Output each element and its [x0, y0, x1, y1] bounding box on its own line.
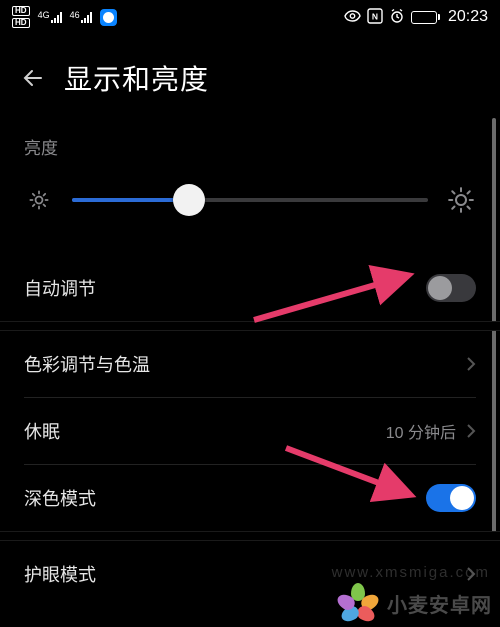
nfc-icon: N: [367, 8, 383, 27]
hd-badge-2: HD: [12, 18, 30, 28]
page-title: 显示和亮度: [64, 58, 209, 98]
row-color-temp[interactable]: 色彩调节与色温: [24, 331, 476, 397]
sleep-label: 休眠: [24, 418, 60, 444]
header: 显示和亮度: [0, 34, 500, 134]
row-sleep[interactable]: 休眠 10 分钟后: [24, 398, 476, 464]
brightness-thumb[interactable]: [173, 184, 205, 216]
app-icon: [100, 9, 117, 26]
watermark: 小麦安卓网: [333, 583, 492, 623]
chevron-right-icon: [466, 423, 476, 439]
row-auto-brightness[interactable]: 自动调节: [24, 255, 476, 321]
status-right: N 20:23: [344, 8, 488, 27]
signal-2: 46: [70, 11, 92, 23]
brightness-high-icon: [446, 185, 476, 215]
watermark-logo-icon: [333, 583, 381, 623]
status-time: 20:23: [448, 8, 488, 26]
watermark-text: 小麦安卓网: [387, 589, 492, 618]
sleep-value: 10 分钟后: [386, 419, 456, 443]
back-button[interactable]: [20, 65, 46, 91]
alarm-icon: [389, 8, 405, 27]
color-temp-label: 色彩调节与色温: [24, 351, 150, 377]
eye-status-icon: [344, 10, 361, 25]
auto-brightness-label: 自动调节: [24, 275, 96, 301]
status-left: HD HD 4G 46: [12, 6, 117, 28]
eye-comfort-label: 护眼模式: [24, 561, 96, 587]
battery-icon: [411, 11, 440, 24]
watermark-url: www.xmsmiga.com: [332, 564, 490, 581]
dark-mode-toggle[interactable]: [426, 484, 476, 512]
chevron-right-icon: [466, 356, 476, 372]
brightness-label: 亮度: [24, 134, 476, 159]
row-dark-mode[interactable]: 深色模式: [24, 465, 476, 531]
status-bar: HD HD 4G 46 N 20:23: [0, 0, 500, 34]
brightness-slider-row: [24, 185, 476, 215]
hd-badge-1: HD: [12, 6, 30, 16]
brightness-slider[interactable]: [72, 198, 428, 202]
svg-text:N: N: [372, 11, 378, 21]
auto-brightness-toggle[interactable]: [426, 274, 476, 302]
signal-1: 4G: [38, 11, 62, 23]
brightness-low-icon: [24, 185, 54, 215]
hd-badges: HD HD: [12, 6, 30, 28]
dark-mode-label: 深色模式: [24, 485, 96, 511]
